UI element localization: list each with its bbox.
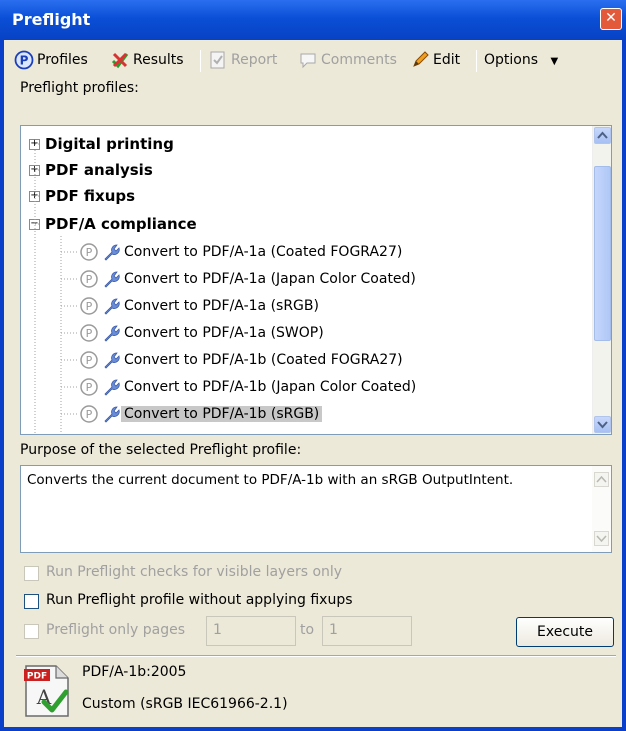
profile-label: Convert to PDF/A-1a (Coated FOGRA27)	[124, 244, 403, 260]
without-fixups-checkbox[interactable]	[24, 594, 39, 609]
svg-text:P: P	[86, 300, 93, 313]
results-tab[interactable]: Results	[110, 48, 184, 72]
tree-item-profile[interactable]: P Convert to PDF/A-1b (Coated FOGRA27)	[79, 347, 406, 373]
comments-label: Comments	[321, 52, 397, 68]
window-title: Preflight	[12, 10, 91, 29]
options-menu[interactable]: Options ▼	[484, 48, 558, 72]
preflight-p-icon: P	[80, 351, 98, 369]
scroll-up-button[interactable]	[594, 127, 611, 144]
tree-item-profile[interactable]: P Convert to PDF/A-1a (Japan Color Coated…	[79, 266, 419, 292]
close-button[interactable]: ✕	[600, 8, 622, 30]
svg-text:P: P	[86, 246, 93, 259]
footer-divider	[16, 655, 616, 657]
svg-text:P: P	[86, 327, 93, 340]
results-icon	[111, 52, 129, 69]
preflight-p-icon: P	[80, 297, 98, 315]
to-label: to	[300, 622, 315, 638]
scroll-down-button[interactable]	[594, 416, 611, 433]
wrench-icon	[104, 406, 120, 423]
from-page-field[interactable]: 1	[206, 616, 296, 646]
only-pages-checkbox[interactable]	[24, 624, 39, 639]
without-fixups-label: Run Preflight profile without applying f…	[46, 592, 353, 608]
wrench-icon	[104, 244, 120, 261]
tree-item-profile[interactable]: P Convert to PDF/A-1b (Japan Color Coated…	[79, 374, 419, 400]
preflight-p-icon: P	[80, 243, 98, 261]
visible-layers-label: Run Preflight checks for visible layers …	[46, 564, 343, 580]
toolbar-separator	[200, 50, 201, 72]
chevron-up-icon	[597, 131, 608, 139]
description-scrollbar[interactable]	[592, 466, 611, 552]
profile-label: Convert to PDF/A-1b (Japan Color Coated)	[124, 379, 417, 395]
purpose-text: Converts the current document to PDF/A-1…	[27, 472, 514, 488]
profiles-tree[interactable]: + Digital printing + PDF analysis + PDF …	[20, 125, 612, 435]
tree-scrollbar[interactable]	[592, 126, 611, 434]
output-intent-label: Custom (sRGB IEC61966-2.1)	[82, 696, 288, 712]
chevron-down-icon	[597, 421, 608, 429]
to-page-field[interactable]: 1	[322, 616, 412, 646]
report-tab[interactable]: Report	[208, 48, 277, 72]
pencil-icon	[413, 51, 429, 67]
profiles-tab[interactable]: P Profiles	[14, 48, 88, 72]
chevron-up-icon	[594, 472, 609, 487]
toolbar-separator	[476, 50, 477, 72]
wrench-icon	[104, 271, 120, 288]
comments-tab[interactable]: Comments	[298, 48, 397, 72]
preflight-p-icon: P	[80, 378, 98, 396]
preflight-p-icon: P	[80, 270, 98, 288]
options-label: Options	[484, 52, 539, 68]
purpose-label: Purpose of the selected Preflight profil…	[20, 442, 302, 458]
title-bar[interactable]: Preflight ✕	[0, 0, 626, 40]
options-dropdown-arrow-icon: ▼	[550, 56, 559, 67]
pdfa-standard-label: PDF/A-1b:2005	[82, 664, 187, 680]
pdfa-document-icon: PDF A	[24, 665, 69, 717]
toolbar: P Profiles Results Report Comments Edit …	[12, 44, 612, 74]
pdf-badge-text: PDF	[27, 672, 47, 682]
edit-tab[interactable]: Edit	[410, 48, 460, 72]
purpose-description[interactable]: Converts the current document to PDF/A-1…	[20, 465, 612, 553]
results-label: Results	[133, 52, 184, 68]
chevron-down-icon	[594, 531, 609, 546]
tree-item-profile[interactable]: P Convert to PDF/A-1a (SWOP)	[79, 320, 327, 346]
profile-label: Convert to PDF/A-1a (Japan Color Coated)	[124, 271, 416, 287]
wrench-icon	[104, 298, 120, 315]
edit-label: Edit	[433, 52, 461, 68]
wrench-icon	[104, 352, 120, 369]
preflight-profiles-label: Preflight profiles:	[20, 80, 139, 96]
report-icon	[210, 51, 225, 69]
preflight-window: Preflight ✕ P Profiles Results Report Co…	[0, 0, 626, 731]
only-pages-label: Preflight only pages	[46, 622, 185, 638]
profile-label: Convert to PDF/A-1b (sRGB)	[121, 406, 323, 422]
tree-item-profile-selected[interactable]: P Convert to PDF/A-1b (sRGB)	[79, 401, 323, 427]
report-label: Report	[231, 52, 278, 68]
profile-label: Convert to PDF/A-1a (SWOP)	[124, 325, 324, 341]
tree-item-profile[interactable]: P Convert to PDF/A-1a (Coated FOGRA27)	[79, 239, 405, 265]
scroll-thumb[interactable]	[594, 166, 611, 341]
execute-button[interactable]: Execute	[516, 617, 614, 647]
tree-content: + Digital printing + PDF analysis + PDF …	[21, 126, 593, 434]
preflight-p-icon: P	[80, 405, 98, 423]
profiles-label: Profiles	[37, 52, 88, 68]
svg-text:P: P	[86, 354, 93, 367]
svg-text:P: P	[86, 408, 93, 421]
wrench-icon	[104, 325, 120, 342]
svg-text:P: P	[20, 54, 29, 68]
comments-icon	[300, 53, 316, 69]
tree-item-profile[interactable]: P Convert to PDF/A-1a (sRGB)	[79, 293, 322, 319]
svg-text:P: P	[86, 381, 93, 394]
visible-layers-checkbox[interactable]	[24, 566, 39, 581]
profile-label: Convert to PDF/A-1b (Coated FOGRA27)	[124, 352, 403, 368]
profile-label: Convert to PDF/A-1a (sRGB)	[124, 298, 319, 314]
preflight-p-icon: P	[14, 50, 34, 70]
svg-text:P: P	[86, 273, 93, 286]
wrench-icon	[104, 379, 120, 396]
preflight-p-icon: P	[80, 324, 98, 342]
